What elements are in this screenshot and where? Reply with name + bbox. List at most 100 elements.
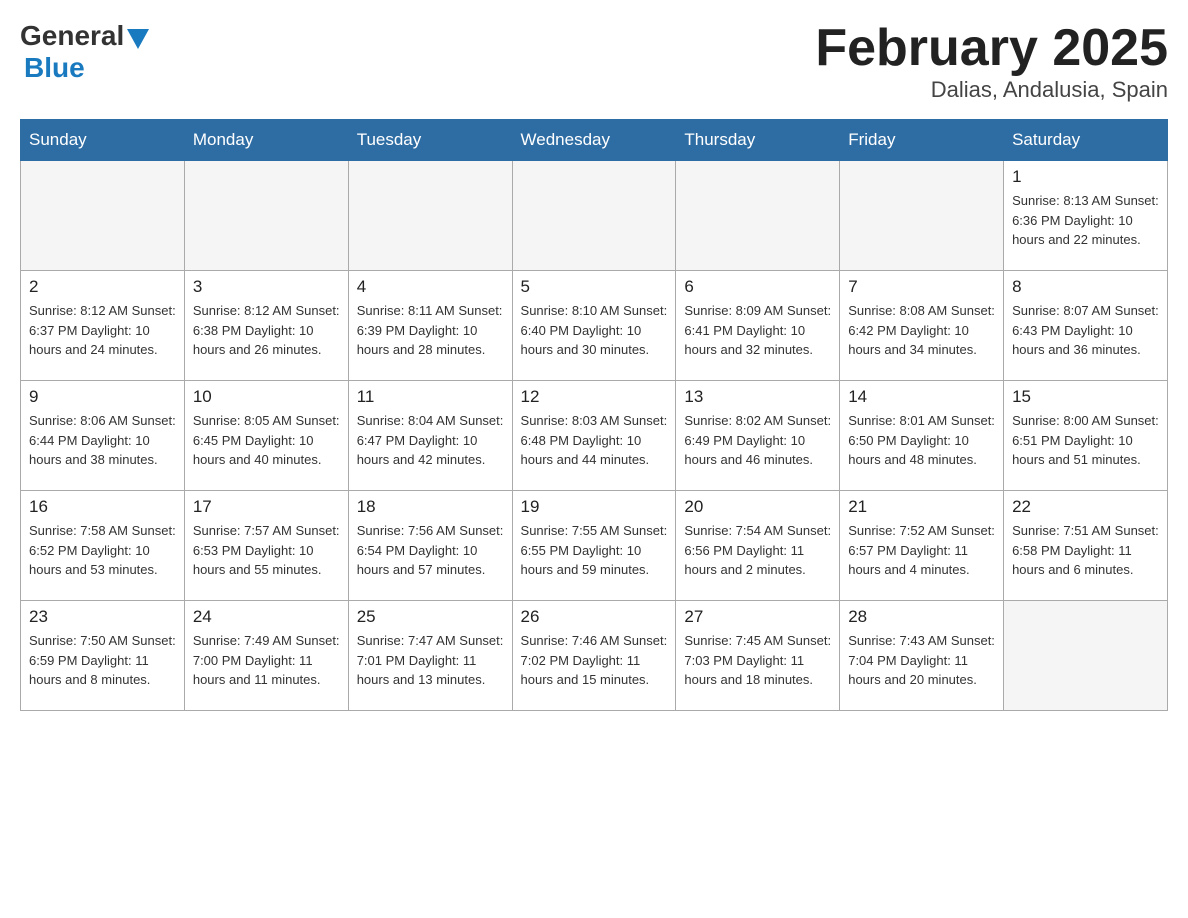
calendar-cell — [512, 161, 676, 271]
calendar-cell: 5 Sunrise: 8:10 AM Sunset: 6:40 PM Daylig… — [512, 271, 676, 381]
day-info: Sunrise: 8:12 AM Sunset: 6:38 PM Dayligh… — [193, 301, 340, 360]
calendar-cell: 27Sunrise: 7:45 AM Sunset: 7:03 PM Dayli… — [676, 601, 840, 711]
location-title: Dalias, Andalusia, Spain — [815, 77, 1168, 103]
calendar-cell: 12 Sunrise: 8:03 AM Sunset: 6:48 PM Dayli… — [512, 381, 676, 491]
day-info: Sunrise: 7:55 AM Sunset: 6:55 PM Dayligh… — [521, 521, 668, 580]
calendar-cell: 8Sunrise: 8:07 AM Sunset: 6:43 PM Daylig… — [1004, 271, 1168, 381]
day-number: 12 — [521, 387, 668, 407]
day-number: 3 — [193, 277, 340, 297]
calendar-cell — [1004, 601, 1168, 711]
day-number: 6 — [684, 277, 831, 297]
calendar-cell: 19 Sunrise: 7:55 AM Sunset: 6:55 PM Dayli… — [512, 491, 676, 601]
day-number: 13 — [684, 387, 831, 407]
calendar-header-wednesday: Wednesday — [512, 120, 676, 161]
calendar-cell: 4 Sunrise: 8:11 AM Sunset: 6:39 PM Daylig… — [348, 271, 512, 381]
day-info: Sunrise: 8:06 AM Sunset: 6:44 PM Dayligh… — [29, 411, 176, 470]
day-info: Sunrise: 8:00 AM Sunset: 6:51 PM Dayligh… — [1012, 411, 1159, 470]
day-number: 10 — [193, 387, 340, 407]
day-number: 15 — [1012, 387, 1159, 407]
day-info: Sunrise: 8:13 AM Sunset: 6:36 PM Dayligh… — [1012, 191, 1159, 250]
calendar-cell — [21, 161, 185, 271]
calendar-cell: 14 Sunrise: 8:01 AM Sunset: 6:50 PM Dayli… — [840, 381, 1004, 491]
calendar-header-tuesday: Tuesday — [348, 120, 512, 161]
calendar-cell: 1Sunrise: 8:13 AM Sunset: 6:36 PM Daylig… — [1004, 161, 1168, 271]
day-info: Sunrise: 7:50 AM Sunset: 6:59 PM Dayligh… — [29, 631, 176, 690]
calendar-header-saturday: Saturday — [1004, 120, 1168, 161]
day-info: Sunrise: 8:03 AM Sunset: 6:48 PM Dayligh… — [521, 411, 668, 470]
day-number: 18 — [357, 497, 504, 517]
page-header: General Blue February 2025 Dalias, Andal… — [20, 20, 1168, 103]
day-info: Sunrise: 7:54 AM Sunset: 6:56 PM Dayligh… — [684, 521, 831, 580]
calendar-cell: 3 Sunrise: 8:12 AM Sunset: 6:38 PM Daylig… — [184, 271, 348, 381]
day-number: 16 — [29, 497, 176, 517]
day-info: Sunrise: 7:49 AM Sunset: 7:00 PM Dayligh… — [193, 631, 340, 690]
calendar-cell: 21Sunrise: 7:52 AM Sunset: 6:57 PM Dayli… — [840, 491, 1004, 601]
calendar-cell: 18 Sunrise: 7:56 AM Sunset: 6:54 PM Dayli… — [348, 491, 512, 601]
day-number: 23 — [29, 607, 176, 627]
calendar-cell: 25 Sunrise: 7:47 AM Sunset: 7:01 PM Dayli… — [348, 601, 512, 711]
calendar-cell: 9 Sunrise: 8:06 AM Sunset: 6:44 PM Daylig… — [21, 381, 185, 491]
calendar-week-row: 1Sunrise: 8:13 AM Sunset: 6:36 PM Daylig… — [21, 161, 1168, 271]
day-info: Sunrise: 7:58 AM Sunset: 6:52 PM Dayligh… — [29, 521, 176, 580]
calendar-cell — [676, 161, 840, 271]
day-number: 28 — [848, 607, 995, 627]
calendar-cell: 24 Sunrise: 7:49 AM Sunset: 7:00 PM Dayli… — [184, 601, 348, 711]
day-info: Sunrise: 8:12 AM Sunset: 6:37 PM Dayligh… — [29, 301, 176, 360]
day-info: Sunrise: 8:08 AM Sunset: 6:42 PM Dayligh… — [848, 301, 995, 360]
logo-triangle-icon — [127, 29, 149, 49]
logo-general: General — [20, 20, 124, 52]
calendar-header-thursday: Thursday — [676, 120, 840, 161]
calendar-cell: 13 Sunrise: 8:02 AM Sunset: 6:49 PM Dayli… — [676, 381, 840, 491]
day-info: Sunrise: 8:02 AM Sunset: 6:49 PM Dayligh… — [684, 411, 831, 470]
calendar-cell: 11Sunrise: 8:04 AM Sunset: 6:47 PM Dayli… — [348, 381, 512, 491]
day-number: 4 — [357, 277, 504, 297]
day-info: Sunrise: 7:43 AM Sunset: 7:04 PM Dayligh… — [848, 631, 995, 690]
calendar-cell: 16 Sunrise: 7:58 AM Sunset: 6:52 PM Dayli… — [21, 491, 185, 601]
day-number: 24 — [193, 607, 340, 627]
day-number: 22 — [1012, 497, 1159, 517]
calendar-table: SundayMondayTuesdayWednesdayThursdayFrid… — [20, 119, 1168, 711]
day-info: Sunrise: 8:01 AM Sunset: 6:50 PM Dayligh… — [848, 411, 995, 470]
day-info: Sunrise: 8:07 AM Sunset: 6:43 PM Dayligh… — [1012, 301, 1159, 360]
day-number: 2 — [29, 277, 176, 297]
day-number: 5 — [521, 277, 668, 297]
calendar-cell — [184, 161, 348, 271]
day-number: 17 — [193, 497, 340, 517]
calendar-week-row: 2 Sunrise: 8:12 AM Sunset: 6:37 PM Daylig… — [21, 271, 1168, 381]
title-section: February 2025 Dalias, Andalusia, Spain — [815, 20, 1168, 103]
calendar-header-monday: Monday — [184, 120, 348, 161]
day-number: 26 — [521, 607, 668, 627]
calendar-cell: 23 Sunrise: 7:50 AM Sunset: 6:59 PM Dayli… — [21, 601, 185, 711]
logo-blue: Blue — [24, 52, 85, 83]
calendar-cell — [840, 161, 1004, 271]
day-number: 20 — [684, 497, 831, 517]
calendar-cell: 15 Sunrise: 8:00 AM Sunset: 6:51 PM Dayli… — [1004, 381, 1168, 491]
calendar-header-friday: Friday — [840, 120, 1004, 161]
calendar-cell: 28 Sunrise: 7:43 AM Sunset: 7:04 PM Dayli… — [840, 601, 1004, 711]
day-info: Sunrise: 7:57 AM Sunset: 6:53 PM Dayligh… — [193, 521, 340, 580]
calendar-cell: 7 Sunrise: 8:08 AM Sunset: 6:42 PM Daylig… — [840, 271, 1004, 381]
day-info: Sunrise: 7:46 AM Sunset: 7:02 PM Dayligh… — [521, 631, 668, 690]
day-number: 7 — [848, 277, 995, 297]
day-number: 19 — [521, 497, 668, 517]
day-info: Sunrise: 7:47 AM Sunset: 7:01 PM Dayligh… — [357, 631, 504, 690]
day-number: 9 — [29, 387, 176, 407]
day-number: 11 — [357, 387, 504, 407]
calendar-week-row: 16 Sunrise: 7:58 AM Sunset: 6:52 PM Dayli… — [21, 491, 1168, 601]
day-info: Sunrise: 8:05 AM Sunset: 6:45 PM Dayligh… — [193, 411, 340, 470]
calendar-header-sunday: Sunday — [21, 120, 185, 161]
calendar-week-row: 9 Sunrise: 8:06 AM Sunset: 6:44 PM Daylig… — [21, 381, 1168, 491]
day-number: 25 — [357, 607, 504, 627]
calendar-cell: 2 Sunrise: 8:12 AM Sunset: 6:37 PM Daylig… — [21, 271, 185, 381]
day-info: Sunrise: 7:56 AM Sunset: 6:54 PM Dayligh… — [357, 521, 504, 580]
day-number: 14 — [848, 387, 995, 407]
day-info: Sunrise: 8:11 AM Sunset: 6:39 PM Dayligh… — [357, 301, 504, 360]
day-info: Sunrise: 8:10 AM Sunset: 6:40 PM Dayligh… — [521, 301, 668, 360]
calendar-cell: 6 Sunrise: 8:09 AM Sunset: 6:41 PM Daylig… — [676, 271, 840, 381]
calendar-cell: 26 Sunrise: 7:46 AM Sunset: 7:02 PM Dayli… — [512, 601, 676, 711]
month-title: February 2025 — [815, 20, 1168, 77]
calendar-week-row: 23 Sunrise: 7:50 AM Sunset: 6:59 PM Dayli… — [21, 601, 1168, 711]
day-info: Sunrise: 8:09 AM Sunset: 6:41 PM Dayligh… — [684, 301, 831, 360]
calendar-cell: 20 Sunrise: 7:54 AM Sunset: 6:56 PM Dayli… — [676, 491, 840, 601]
day-info: Sunrise: 7:52 AM Sunset: 6:57 PM Dayligh… — [848, 521, 995, 580]
